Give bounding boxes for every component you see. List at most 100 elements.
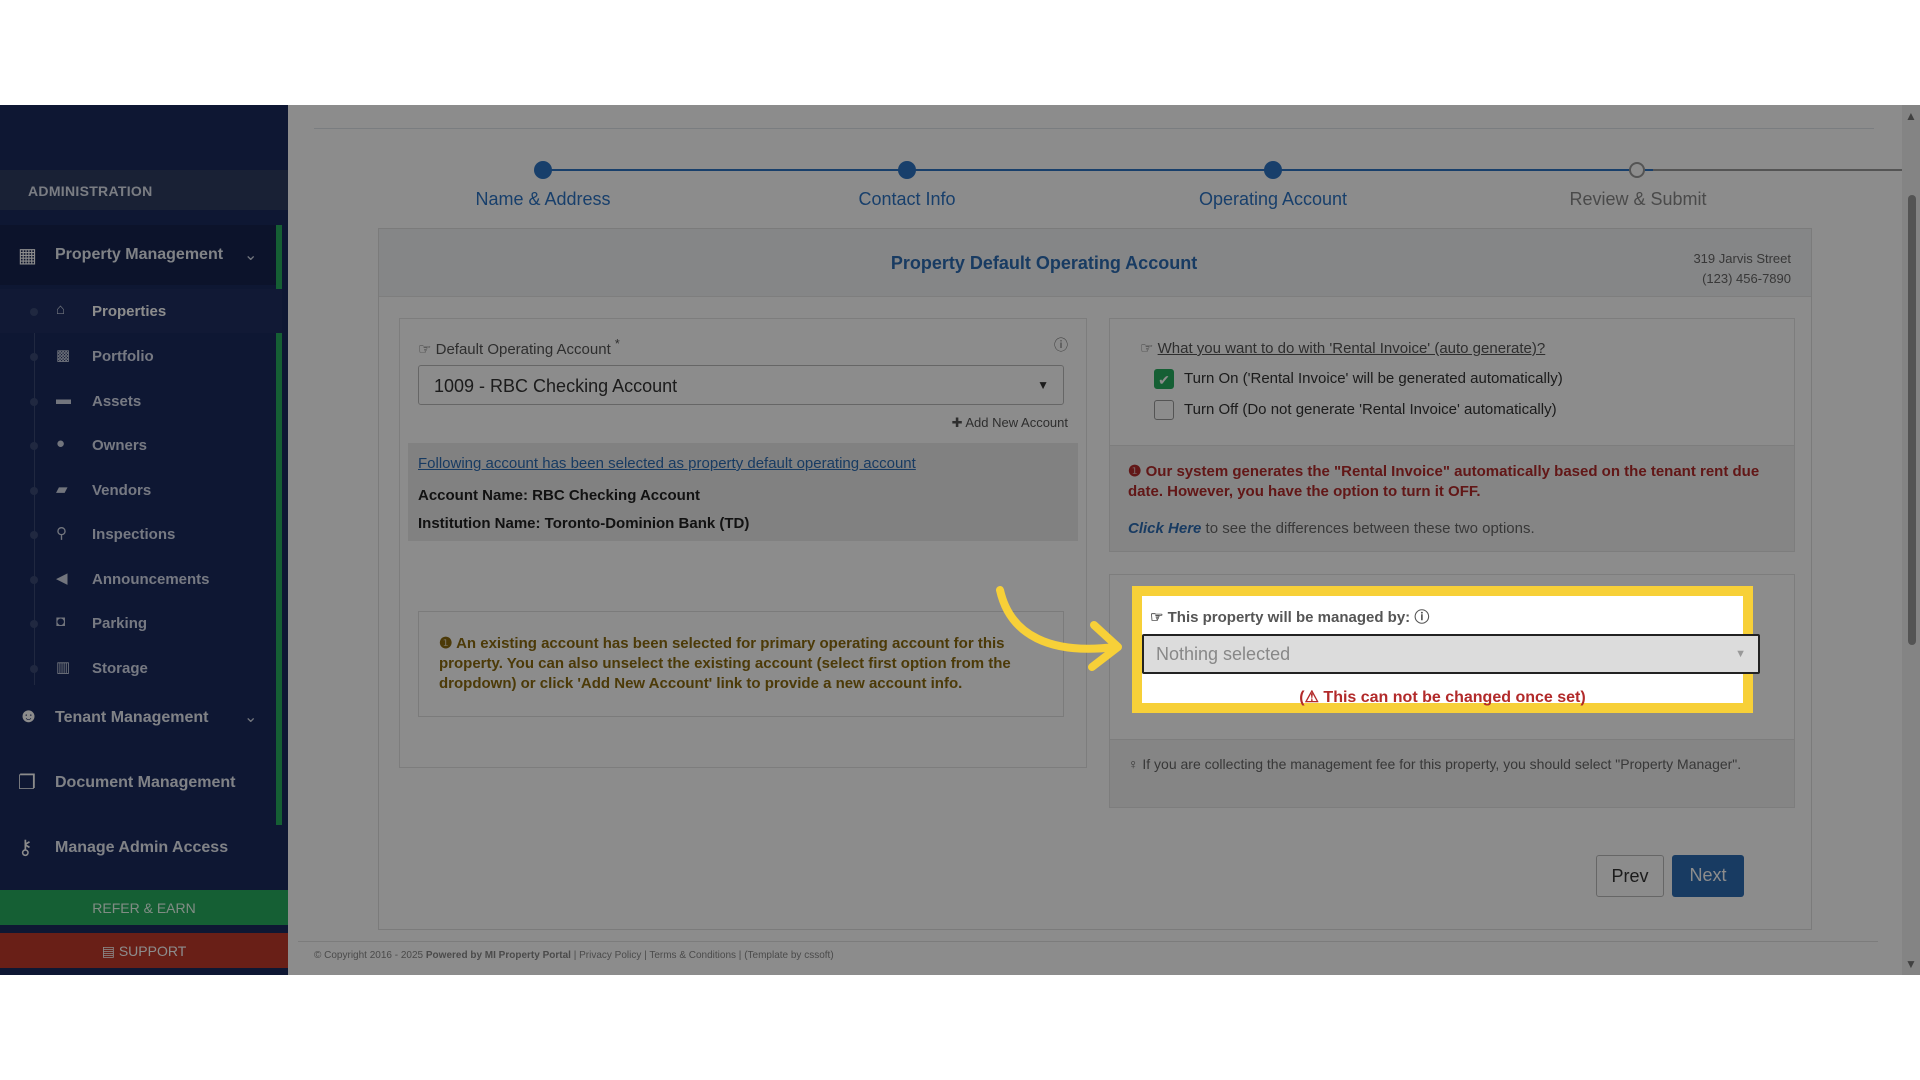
sidebar-item-vendors[interactable]: ▰ Vendors <box>0 468 282 512</box>
megaphone-icon: ◀ <box>56 570 68 587</box>
sidebar-item-label: Tenant Management <box>55 709 209 726</box>
sidebar-item-label: Properties <box>92 303 167 320</box>
storage-icon: ▥ <box>56 659 71 676</box>
briefcase-icon: ▰ <box>56 481 68 498</box>
users-icon: ☻ <box>18 705 40 727</box>
default-account-select[interactable]: 1009 - RBC Checking Account ▼ <box>418 365 1064 405</box>
sidebar-item-document-management[interactable]: ❐ Document Management <box>0 752 288 812</box>
sidebar-item-property-management[interactable]: ▦ Property Management ⌄ <box>0 225 282 285</box>
callout-arrow-icon <box>996 586 1122 671</box>
hand-pointer-icon: ☞ <box>1140 340 1158 357</box>
turn-on-option[interactable]: ✔ Turn On ('Rental Invoice' will be gener… <box>1154 369 1563 389</box>
building-icon: ▦ <box>18 245 37 267</box>
label-text: Default Operating Account <box>435 341 611 358</box>
footer-terms-link[interactable]: Terms & Conditions <box>649 950 736 961</box>
select-placeholder: Nothing selected <box>1156 644 1291 664</box>
checkbox-checked[interactable]: ✔ <box>1154 369 1174 389</box>
rental-invoice-panel: ☞ What you want to do with 'Rental Invoi… <box>1109 318 1795 552</box>
institution-name: Institution Name: Toronto-Dominion Bank … <box>418 515 750 532</box>
turn-off-option[interactable]: Turn Off (Do not generate 'Rental Invoic… <box>1154 400 1557 420</box>
footer-divider <box>298 941 1878 942</box>
bullet-dot <box>30 308 38 316</box>
bullet-dot <box>30 531 38 539</box>
sidebar-item-manage-admin-access[interactable]: ⚷ Manage Admin Access <box>0 817 288 877</box>
sidebar-item-owners[interactable]: ● Owners <box>0 423 282 467</box>
sidebar: ADMINISTRATION ▦ Property Management ⌄ ⌂… <box>0 105 288 975</box>
note-text: An existing account has been selected fo… <box>439 635 1011 692</box>
scroll-up-icon[interactable]: ▲ <box>1905 109 1917 123</box>
sidebar-item-announcements[interactable]: ◀ Announcements <box>0 557 282 601</box>
book-icon: ▤ <box>101 943 119 959</box>
footer-copyright: © Copyright 2016 - 2025 <box>314 950 424 961</box>
link-text: Add New Account <box>965 415 1068 430</box>
step-label-operating-account[interactable]: Operating Account <box>1173 189 1373 210</box>
footer-powered[interactable]: Powered by MI Property Portal <box>426 950 571 961</box>
sidebar-item-label: Announcements <box>92 571 210 588</box>
rental-invoice-warning: ❶ Our system generates the "Rental Invoi… <box>1128 462 1778 502</box>
next-button[interactable]: Next <box>1672 855 1744 897</box>
key-icon: ⚷ <box>18 837 33 859</box>
phone-line: (123) 456-7890 <box>1702 271 1791 286</box>
default-account-panel: ☞ Default Operating Account * ⓘ 1009 - R… <box>399 318 1087 768</box>
rental-invoice-info: ❶ Our system generates the "Rental Invoi… <box>1110 445 1794 551</box>
caret-down-icon: ▼ <box>1037 378 1049 392</box>
sidebar-admin-header: ADMINISTRATION <box>0 170 288 210</box>
sidebar-item-label: Parking <box>92 615 148 632</box>
step-label-contact-info[interactable]: Contact Info <box>807 189 1007 210</box>
click-here-line: Click Here to see the differences betwee… <box>1128 520 1535 537</box>
management-fee-tip: ♀ If you are collecting the management f… <box>1110 739 1794 807</box>
lightbulb-icon: ♀ <box>1128 756 1143 772</box>
top-divider <box>314 128 1874 129</box>
exclamation-icon: ❶ <box>439 635 457 652</box>
sidebar-item-portfolio[interactable]: ▩ Portfolio <box>0 334 282 378</box>
sidebar-item-tenant-management[interactable]: ☻ Tenant Management ⌄ <box>0 687 288 747</box>
step-label-review-submit: Review & Submit <box>1569 189 1707 209</box>
footer: © Copyright 2016 - 2025 Powered by MI Pr… <box>314 950 834 961</box>
step-label-name-address[interactable]: Name & Address <box>443 189 643 210</box>
managed-by-warning: (⚠ This can not be changed once set) <box>1299 689 1586 706</box>
label-text: This property will be managed by: <box>1167 609 1411 626</box>
prev-button[interactable]: Prev <box>1596 855 1664 897</box>
select-value: 1009 - RBC Checking Account <box>434 376 678 396</box>
sidebar-item-parking[interactable]: ◘ Parking <box>0 601 282 645</box>
refer-earn-button[interactable]: REFER & EARN <box>0 890 288 925</box>
sidebar-item-label: Owners <box>92 437 148 454</box>
card-header: Property Default Operating Account 319 J… <box>379 229 1811 297</box>
chevron-down-icon: ⌄ <box>244 247 258 264</box>
sidebar-item-label: Inspections <box>92 526 176 543</box>
stepper-track-todo <box>1653 169 1920 171</box>
address-line: 319 Jarvis Street <box>1693 251 1791 266</box>
hand-pointer-icon: ☞ <box>1150 609 1168 626</box>
portfolio-icon: ▩ <box>56 347 71 364</box>
click-here-link[interactable]: Click Here <box>1128 520 1201 537</box>
bullet-dot <box>30 398 38 406</box>
sidebar-item-storage[interactable]: ▥ Storage <box>0 646 282 690</box>
documents-icon: ❐ <box>18 772 36 794</box>
scroll-thumb[interactable] <box>1908 195 1916 645</box>
stepper-track-done <box>543 169 1653 171</box>
sidebar-item-label: Property Management <box>55 246 224 263</box>
info-icon[interactable]: ⓘ <box>1054 335 1068 355</box>
sidebar-item-inspections[interactable]: ⚲ Inspections <box>0 512 282 556</box>
rental-invoice-question[interactable]: ☞ What you want to do with 'Rental Invoi… <box>1140 339 1545 357</box>
sidebar-item-properties[interactable]: ⌂ Properties <box>0 289 282 333</box>
existing-account-note: ❶ An existing account has been selected … <box>418 611 1064 717</box>
sidebar-item-label: Assets <box>92 393 142 410</box>
account-name: Account Name: RBC Checking Account <box>418 487 700 504</box>
home-icon: ⌂ <box>56 301 66 318</box>
footer-privacy-link[interactable]: Privacy Policy <box>579 950 641 961</box>
support-button[interactable]: ▤ SUPPORT <box>0 933 288 968</box>
sidebar-item-assets[interactable]: ▬ Assets <box>0 379 282 423</box>
selected-account-notice[interactable]: Following account has been selected as p… <box>418 455 916 472</box>
footer-template: (Template by cssoft) <box>744 950 834 961</box>
vertical-scrollbar[interactable]: ▲ ▼ <box>1902 105 1920 975</box>
info-icon[interactable]: ⓘ <box>1414 609 1429 626</box>
bullet-dot <box>30 442 38 450</box>
exclamation-icon: ❶ <box>1128 463 1146 480</box>
click-here-text: to see the differences between these two… <box>1205 520 1535 537</box>
bullet-dot <box>30 665 38 673</box>
checkbox-unchecked[interactable] <box>1154 400 1174 420</box>
add-new-account-link[interactable]: ✚ Add New Account <box>952 415 1068 431</box>
scroll-down-icon[interactable]: ▼ <box>1905 957 1917 971</box>
managed-by-select[interactable]: Nothing selected ▼ <box>1142 634 1760 674</box>
